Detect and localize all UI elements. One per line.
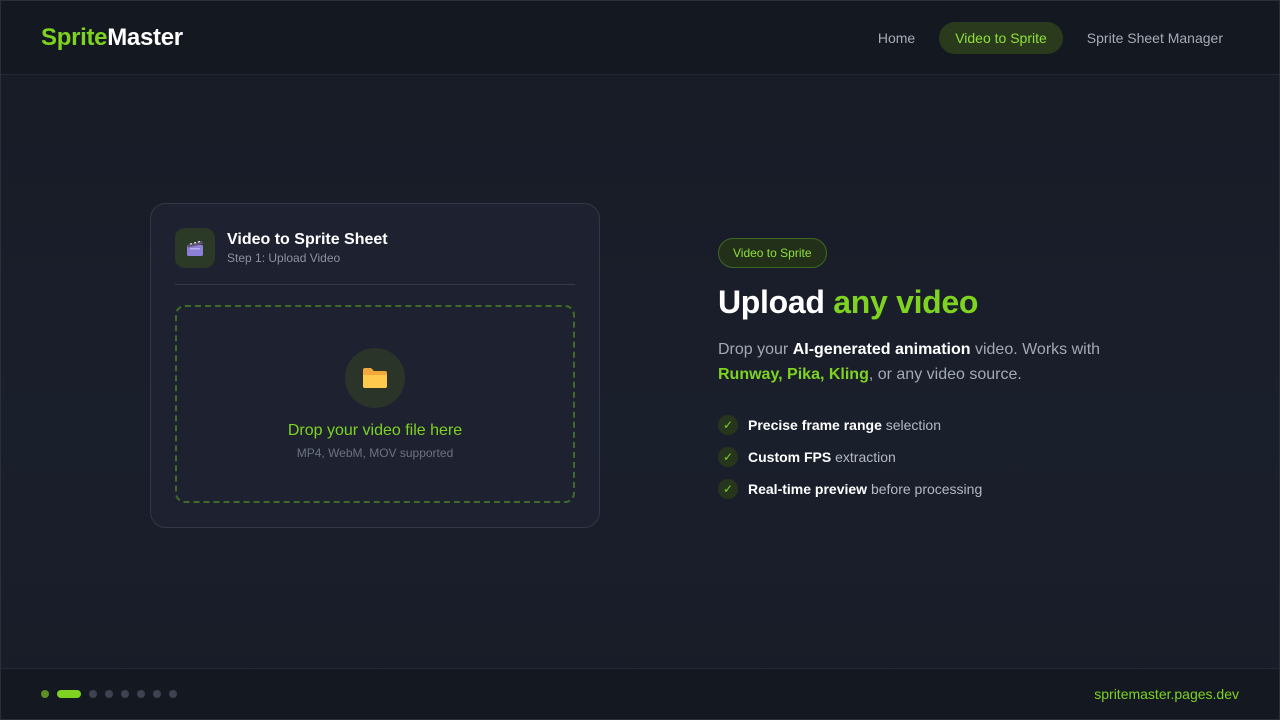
card-header: Video to Sprite Sheet Step 1: Upload Vid…: [175, 228, 575, 285]
slide-indicator: [41, 690, 177, 698]
check-icon: ✓: [718, 447, 738, 467]
video-dropzone[interactable]: Drop your video file here MP4, WebM, MOV…: [175, 305, 575, 503]
app-logo[interactable]: SpriteMaster: [41, 24, 183, 52]
feature-bold: Real-time preview: [748, 481, 868, 497]
desc-sources: Runway, Pika, Kling: [718, 366, 869, 383]
site-url[interactable]: spritemaster.pages.dev: [1094, 686, 1239, 702]
desc-part1: Drop your: [718, 341, 793, 358]
card-step-label: Step 1: Upload Video: [227, 251, 341, 265]
top-header: SpriteMaster Home Video to Sprite Sprite…: [1, 1, 1279, 75]
clapperboard-icon: [175, 228, 215, 268]
slide-dot[interactable]: [57, 690, 81, 698]
desc-part5: , or any video source.: [868, 366, 1022, 383]
folder-icon: [345, 348, 405, 408]
card-title: Video to Sprite Sheet: [227, 231, 388, 248]
slide-dot[interactable]: [153, 690, 161, 698]
nav-home[interactable]: Home: [862, 22, 931, 54]
headline-part1: Upload: [718, 284, 834, 320]
main-nav: Home Video to Sprite Sprite Sheet Manage…: [862, 21, 1239, 54]
feature-rest: extraction: [831, 449, 896, 465]
list-item: ✓ Real-time preview before processing: [718, 473, 1188, 505]
feature-bold: Custom FPS: [748, 449, 832, 465]
check-icon: ✓: [718, 479, 738, 499]
logo-part-master: Master: [107, 23, 183, 51]
desc-emphasis: AI-generated animation: [792, 341, 971, 358]
feature-rest: before processing: [867, 481, 983, 497]
app-window: SpriteMaster Home Video to Sprite Sprite…: [0, 0, 1280, 720]
hero-headline: Upload any video: [718, 284, 1188, 321]
slide-dot[interactable]: [41, 690, 49, 698]
list-item: ✓ Precise frame range selection: [718, 409, 1188, 441]
hero-description: Drop your AI-generated animation video. …: [718, 337, 1188, 387]
dropzone-formats: MP4, WebM, MOV supported: [296, 446, 454, 460]
nav-video-to-sprite[interactable]: Video to Sprite: [939, 21, 1063, 54]
nav-sprite-sheet-manager[interactable]: Sprite Sheet Manager: [1071, 22, 1239, 54]
list-item: ✓ Custom FPS extraction: [718, 441, 1188, 473]
slide-dot[interactable]: [105, 690, 113, 698]
slide-dot[interactable]: [169, 690, 177, 698]
slide-dot[interactable]: [89, 690, 97, 698]
feature-text: Real-time preview before processing: [748, 481, 982, 497]
feature-text: Precise frame range selection: [748, 417, 941, 433]
feature-bold: Precise frame range: [748, 417, 882, 433]
feature-list: ✓ Precise frame range selection ✓ Custom…: [718, 409, 1188, 505]
slide-dot[interactable]: [121, 690, 129, 698]
card-heading-group: Video to Sprite Sheet Step 1: Upload Vid…: [227, 231, 388, 265]
feature-badge: Video to Sprite: [718, 238, 827, 268]
dropzone-title: Drop your video file here: [287, 422, 463, 439]
check-icon: ✓: [718, 415, 738, 435]
slide-dot[interactable]: [137, 690, 145, 698]
feature-rest: selection: [881, 417, 942, 433]
feature-text: Custom FPS extraction: [748, 449, 896, 465]
bottom-footer: spritemaster.pages.dev: [1, 668, 1279, 719]
hero-section: Video to Sprite Upload any video Drop yo…: [718, 238, 1188, 505]
desc-part3: video. Works with: [970, 341, 1101, 358]
upload-card: Video to Sprite Sheet Step 1: Upload Vid…: [150, 203, 600, 528]
logo-part-sprite: Sprite: [41, 23, 108, 51]
headline-highlight: any video: [833, 284, 979, 320]
